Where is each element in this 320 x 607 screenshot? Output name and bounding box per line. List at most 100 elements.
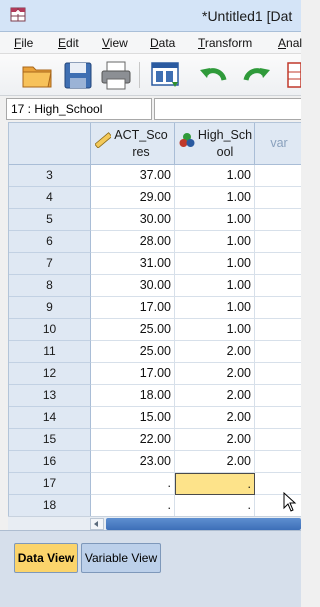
- cell-act-scores[interactable]: 23.00: [91, 451, 175, 473]
- save-icon[interactable]: [60, 58, 96, 92]
- spss-app-icon[interactable]: [8, 6, 28, 24]
- menu-transform[interactable]: Transform: [198, 36, 252, 50]
- cell-high-school[interactable]: 1.00: [175, 165, 255, 187]
- row-header[interactable]: 11: [9, 341, 91, 363]
- scrollbar-thumb[interactable]: [106, 518, 301, 530]
- cell-var-empty[interactable]: [255, 385, 301, 407]
- row-header[interactable]: 3: [9, 165, 91, 187]
- menu-data[interactable]: Data: [150, 36, 175, 50]
- dialog-recall-icon[interactable]: [148, 58, 184, 92]
- tab-data-view[interactable]: Data View: [14, 543, 78, 573]
- cell-high-school[interactable]: 1.00: [175, 209, 255, 231]
- cell-act-scores[interactable]: 22.00: [91, 429, 175, 451]
- cell-value-field[interactable]: [154, 98, 301, 120]
- cell-high-school[interactable]: 2.00: [175, 341, 255, 363]
- cell-high-school[interactable]: 2.00: [175, 407, 255, 429]
- goto-case-icon[interactable]: [284, 58, 301, 92]
- row-header[interactable]: 4: [9, 187, 91, 209]
- cell-high-school[interactable]: 2.00: [175, 363, 255, 385]
- cell-high-school-selected[interactable]: .: [175, 473, 255, 495]
- title-bar: *Untitled1 [Dat: [0, 0, 301, 32]
- menu-view[interactable]: View: [102, 36, 128, 50]
- column-label-cont: res: [132, 145, 150, 159]
- menu-edit[interactable]: Edit: [58, 36, 79, 50]
- cell-var-empty[interactable]: [255, 429, 301, 451]
- row-header[interactable]: 16: [9, 451, 91, 473]
- cell-high-school[interactable]: 1.00: [175, 187, 255, 209]
- tab-variable-view[interactable]: Variable View: [81, 543, 161, 573]
- row-header[interactable]: 5: [9, 209, 91, 231]
- row-header[interactable]: 7: [9, 253, 91, 275]
- cell-act-scores[interactable]: 18.00: [91, 385, 175, 407]
- print-icon[interactable]: [98, 58, 134, 92]
- row-header[interactable]: 9: [9, 297, 91, 319]
- cell-var-empty[interactable]: [255, 451, 301, 473]
- cell-var-empty[interactable]: [255, 407, 301, 429]
- cell-var-empty[interactable]: [255, 363, 301, 385]
- row-header[interactable]: 13: [9, 385, 91, 407]
- grid-corner[interactable]: [9, 123, 91, 165]
- cell-high-school[interactable]: 2.00: [175, 385, 255, 407]
- cell-var-empty[interactable]: [255, 275, 301, 297]
- cell-act-scores[interactable]: 25.00: [91, 341, 175, 363]
- cell-high-school[interactable]: 1.00: [175, 231, 255, 253]
- row-header[interactable]: 8: [9, 275, 91, 297]
- cell-act-scores[interactable]: 31.00: [91, 253, 175, 275]
- cell-high-school[interactable]: 1.00: [175, 297, 255, 319]
- cell-act-scores[interactable]: 37.00: [91, 165, 175, 187]
- cell-var-empty[interactable]: [255, 165, 301, 187]
- cell-var-empty[interactable]: [255, 187, 301, 209]
- cell-high-school[interactable]: 1.00: [175, 253, 255, 275]
- view-tab-bar: Data View Variable View: [0, 530, 301, 607]
- cell-act-scores[interactable]: 30.00: [91, 275, 175, 297]
- column-label-cont: ool: [216, 145, 234, 159]
- cell-act-scores[interactable]: .: [91, 473, 175, 495]
- cell-act-scores[interactable]: .: [91, 495, 175, 516]
- toolbar-separator: [139, 62, 140, 88]
- cell-high-school[interactable]: 1.00: [175, 275, 255, 297]
- cell-reference-field[interactable]: 17 : High_School: [6, 98, 152, 120]
- row-header[interactable]: 14: [9, 407, 91, 429]
- column-label: High_Sch: [197, 128, 253, 142]
- cell-high-school[interactable]: 1.00: [175, 319, 255, 341]
- column-header-var[interactable]: var: [255, 123, 301, 165]
- menu-analyze[interactable]: Anal: [278, 36, 302, 50]
- scroll-left-arrow-icon[interactable]: [90, 518, 104, 530]
- open-folder-icon[interactable]: [20, 58, 56, 92]
- column-header-act-scores[interactable]: ACT_Sco res: [91, 123, 175, 165]
- scale-ruler-icon: [95, 132, 111, 148]
- undo-icon[interactable]: [196, 58, 232, 92]
- row-header[interactable]: 17: [9, 473, 91, 495]
- cell-var-empty[interactable]: [255, 297, 301, 319]
- mouse-cursor-icon: [283, 492, 297, 512]
- row-header[interactable]: 15: [9, 429, 91, 451]
- horizontal-scrollbar[interactable]: [8, 516, 301, 530]
- cell-reference-bar: 17 : High_School: [0, 96, 301, 122]
- row-header[interactable]: 10: [9, 319, 91, 341]
- data-grid: ACT_Sco res High_Sch ool var 3 37.00 1.00 4…: [8, 122, 301, 516]
- row-header[interactable]: 6: [9, 231, 91, 253]
- cell-high-school[interactable]: 2.00: [175, 451, 255, 473]
- window-title: *Untitled1 [Dat: [202, 8, 293, 24]
- column-label: var: [270, 136, 288, 150]
- cell-var-empty[interactable]: [255, 341, 301, 363]
- cell-var-empty[interactable]: [255, 209, 301, 231]
- cell-var-empty[interactable]: [255, 319, 301, 341]
- cell-act-scores[interactable]: 30.00: [91, 209, 175, 231]
- cell-act-scores[interactable]: 25.00: [91, 319, 175, 341]
- row-header[interactable]: 18: [9, 495, 91, 516]
- column-label: ACT_Sco: [114, 128, 168, 142]
- cell-act-scores[interactable]: 15.00: [91, 407, 175, 429]
- cell-act-scores[interactable]: 17.00: [91, 297, 175, 319]
- cell-var-empty[interactable]: [255, 253, 301, 275]
- cell-act-scores[interactable]: 17.00: [91, 363, 175, 385]
- cell-high-school[interactable]: .: [175, 495, 255, 516]
- column-header-high-school[interactable]: High_Sch ool: [175, 123, 255, 165]
- cell-act-scores[interactable]: 29.00: [91, 187, 175, 209]
- menu-file[interactable]: File: [14, 36, 33, 50]
- row-header[interactable]: 12: [9, 363, 91, 385]
- cell-var-empty[interactable]: [255, 231, 301, 253]
- redo-icon[interactable]: [238, 58, 274, 92]
- cell-high-school[interactable]: 2.00: [175, 429, 255, 451]
- cell-act-scores[interactable]: 28.00: [91, 231, 175, 253]
